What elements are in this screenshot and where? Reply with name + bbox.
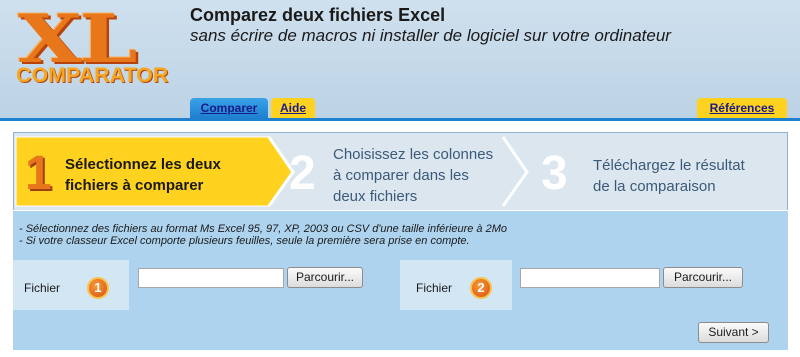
instruction-line-1: - Sélectionnez des fichiers au format Ms… xyxy=(19,223,507,235)
header-divider xyxy=(0,118,800,121)
step-3-label-line1: Téléchargez le résultat xyxy=(593,157,745,174)
next-button[interactable]: Suivant > xyxy=(698,322,769,343)
logo-comparator-text: COMPARATOR xyxy=(16,64,169,87)
tab-comparer[interactable]: Comparer xyxy=(190,98,268,118)
instructions: - Sélectionnez des fichiers au format Ms… xyxy=(13,210,788,254)
step-3-number: 3 xyxy=(541,147,568,200)
browse-file-2-button[interactable]: Parcourir... xyxy=(663,267,743,288)
file-2-label: Fichier xyxy=(416,281,453,295)
footer-bar: Suivant > xyxy=(13,316,788,350)
step-1-label-line2: fichiers à comparer xyxy=(65,177,204,194)
header: XL COMPARATOR Comparez deux fichiers Exc… xyxy=(0,0,800,118)
tab-aide[interactable]: Aide xyxy=(271,98,315,118)
step-3-label-line2: de la comparaison xyxy=(593,178,716,195)
xl-comparator-logo: XL COMPARATOR xyxy=(14,6,172,92)
logo-xl-text: XL xyxy=(18,0,138,78)
file-1-label: Fichier xyxy=(24,281,61,295)
step-2-label-line1: Choisissez les colonnes xyxy=(333,146,494,163)
step-1-number: 1 xyxy=(25,147,52,200)
file-1-label-cell: Fichier 1 xyxy=(13,260,129,310)
step-2-label-line2: à comparer dans les xyxy=(333,167,469,184)
instruction-line-2: - Si votre classeur Excel comporte plusi… xyxy=(19,235,470,247)
file-2-label-cell: Fichier 2 xyxy=(400,260,512,310)
step-2-label-line3: deux fichiers xyxy=(333,188,418,205)
number-2-icon: 2 xyxy=(470,277,492,299)
step-2-number: 2 xyxy=(289,147,316,200)
browse-file-1-button[interactable]: Parcourir... xyxy=(287,267,363,288)
page-title: Comparez deux fichiers Excel xyxy=(190,5,446,25)
step-1-label-line1: Sélectionnez les deux xyxy=(65,156,221,173)
file-1-input[interactable] xyxy=(138,268,284,288)
file-2-input[interactable] xyxy=(520,268,660,288)
number-1-icon: 1 xyxy=(87,277,109,299)
tab-references[interactable]: Références xyxy=(697,98,787,118)
step-indicator: 1 Sélectionnez les deux fichiers à compa… xyxy=(13,132,788,210)
file-selection: Fichier 1 Parcourir... Fichier 2 Parcour… xyxy=(13,254,788,316)
page-subtitle: sans écrire de macros ni installer de lo… xyxy=(190,26,671,45)
